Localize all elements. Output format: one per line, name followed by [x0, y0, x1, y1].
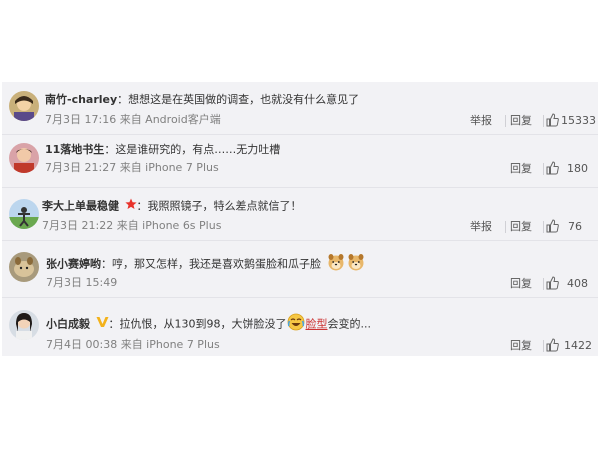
- username[interactable]: 李大上单最稳健: [42, 200, 119, 213]
- thumb-up-icon[interactable]: [546, 113, 559, 132]
- report-button[interactable]: 举报: [470, 219, 492, 235]
- star-badge-icon: [124, 198, 137, 215]
- comment-list: 南竹-charley：想想这是在英国做的调查，也就没有什么意见了 7月3日 17…: [2, 82, 598, 356]
- divider: [505, 221, 506, 233]
- divider: [543, 221, 544, 233]
- laugh-cry-emoji-icon: [287, 313, 305, 336]
- colon: ：: [104, 143, 116, 156]
- colon: ：: [108, 317, 120, 331]
- username[interactable]: 张小赛婷哟: [46, 258, 101, 271]
- divider: [543, 278, 544, 290]
- divider: [543, 340, 544, 352]
- like-count: 76: [568, 220, 582, 233]
- verified-v-icon: [96, 316, 109, 333]
- comment-item: 张小赛婷哟：哼，那又怎样，我还是喜欢鹅蛋脸和瓜子脸 7月3日 15:49 回复 …: [2, 241, 598, 297]
- comment-item: 11落地书生：这是谁研究的，有点……无力吐槽 7月3日 21:27 来自 iPh…: [2, 135, 598, 187]
- like-count: 1422: [564, 339, 592, 352]
- reply-button[interactable]: 回复: [510, 161, 532, 177]
- divider: [543, 115, 544, 127]
- reply-button[interactable]: 回复: [510, 113, 532, 129]
- comment-text: 会变的...: [327, 317, 372, 331]
- reply-button[interactable]: 回复: [510, 276, 532, 292]
- comment-text: 想想这是在英国做的调查，也就没有什么意见了: [128, 93, 360, 106]
- comment-item: 小白成毅 ：拉仇恨，从130到98，大饼脸没了 脸型会变的... 7月4日 00…: [2, 298, 598, 356]
- thumb-up-icon[interactable]: [546, 276, 559, 295]
- dog-emoji-icon: [347, 253, 365, 276]
- comment-item: 李大上单最稳健 ：我照照镜子，特么差点就信了！ 7月3日 21:22 来自 iP…: [2, 188, 598, 240]
- thumb-up-icon[interactable]: [546, 338, 559, 357]
- like-count: 408: [567, 277, 588, 290]
- like-count: 15333: [561, 114, 596, 127]
- comment-text: 哼，那又怎样，我还是喜欢鹅蛋脸和瓜子脸: [112, 257, 321, 271]
- dog-emoji-icon: [327, 253, 345, 276]
- username[interactable]: 11落地书生: [45, 143, 104, 156]
- colon: ：: [136, 199, 148, 213]
- like-count: 180: [567, 162, 588, 175]
- thumb-up-icon[interactable]: [546, 219, 559, 238]
- divider: [505, 115, 506, 127]
- comment-text: 这是谁研究的，有点……无力吐槽: [115, 143, 281, 156]
- comment-item: 南竹-charley：想想这是在英国做的调查，也就没有什么意见了 7月3日 17…: [2, 82, 598, 134]
- comment-text: 我照照镜子，特么差点就信了！: [147, 199, 302, 213]
- thumb-up-icon[interactable]: [546, 161, 559, 180]
- divider: [543, 163, 544, 175]
- username[interactable]: 南竹-charley: [45, 93, 117, 106]
- avatar[interactable]: [9, 310, 39, 340]
- comment-text: 拉仇恨，从130到98，大饼脸没了: [119, 317, 287, 331]
- report-button[interactable]: 举报: [470, 113, 492, 129]
- colon: ：: [101, 257, 112, 271]
- topic-link[interactable]: 脸型: [306, 318, 328, 331]
- reply-button[interactable]: 回复: [510, 219, 532, 235]
- username[interactable]: 小白成毅: [46, 318, 90, 331]
- colon: ：: [117, 93, 129, 106]
- reply-button[interactable]: 回复: [510, 338, 532, 354]
